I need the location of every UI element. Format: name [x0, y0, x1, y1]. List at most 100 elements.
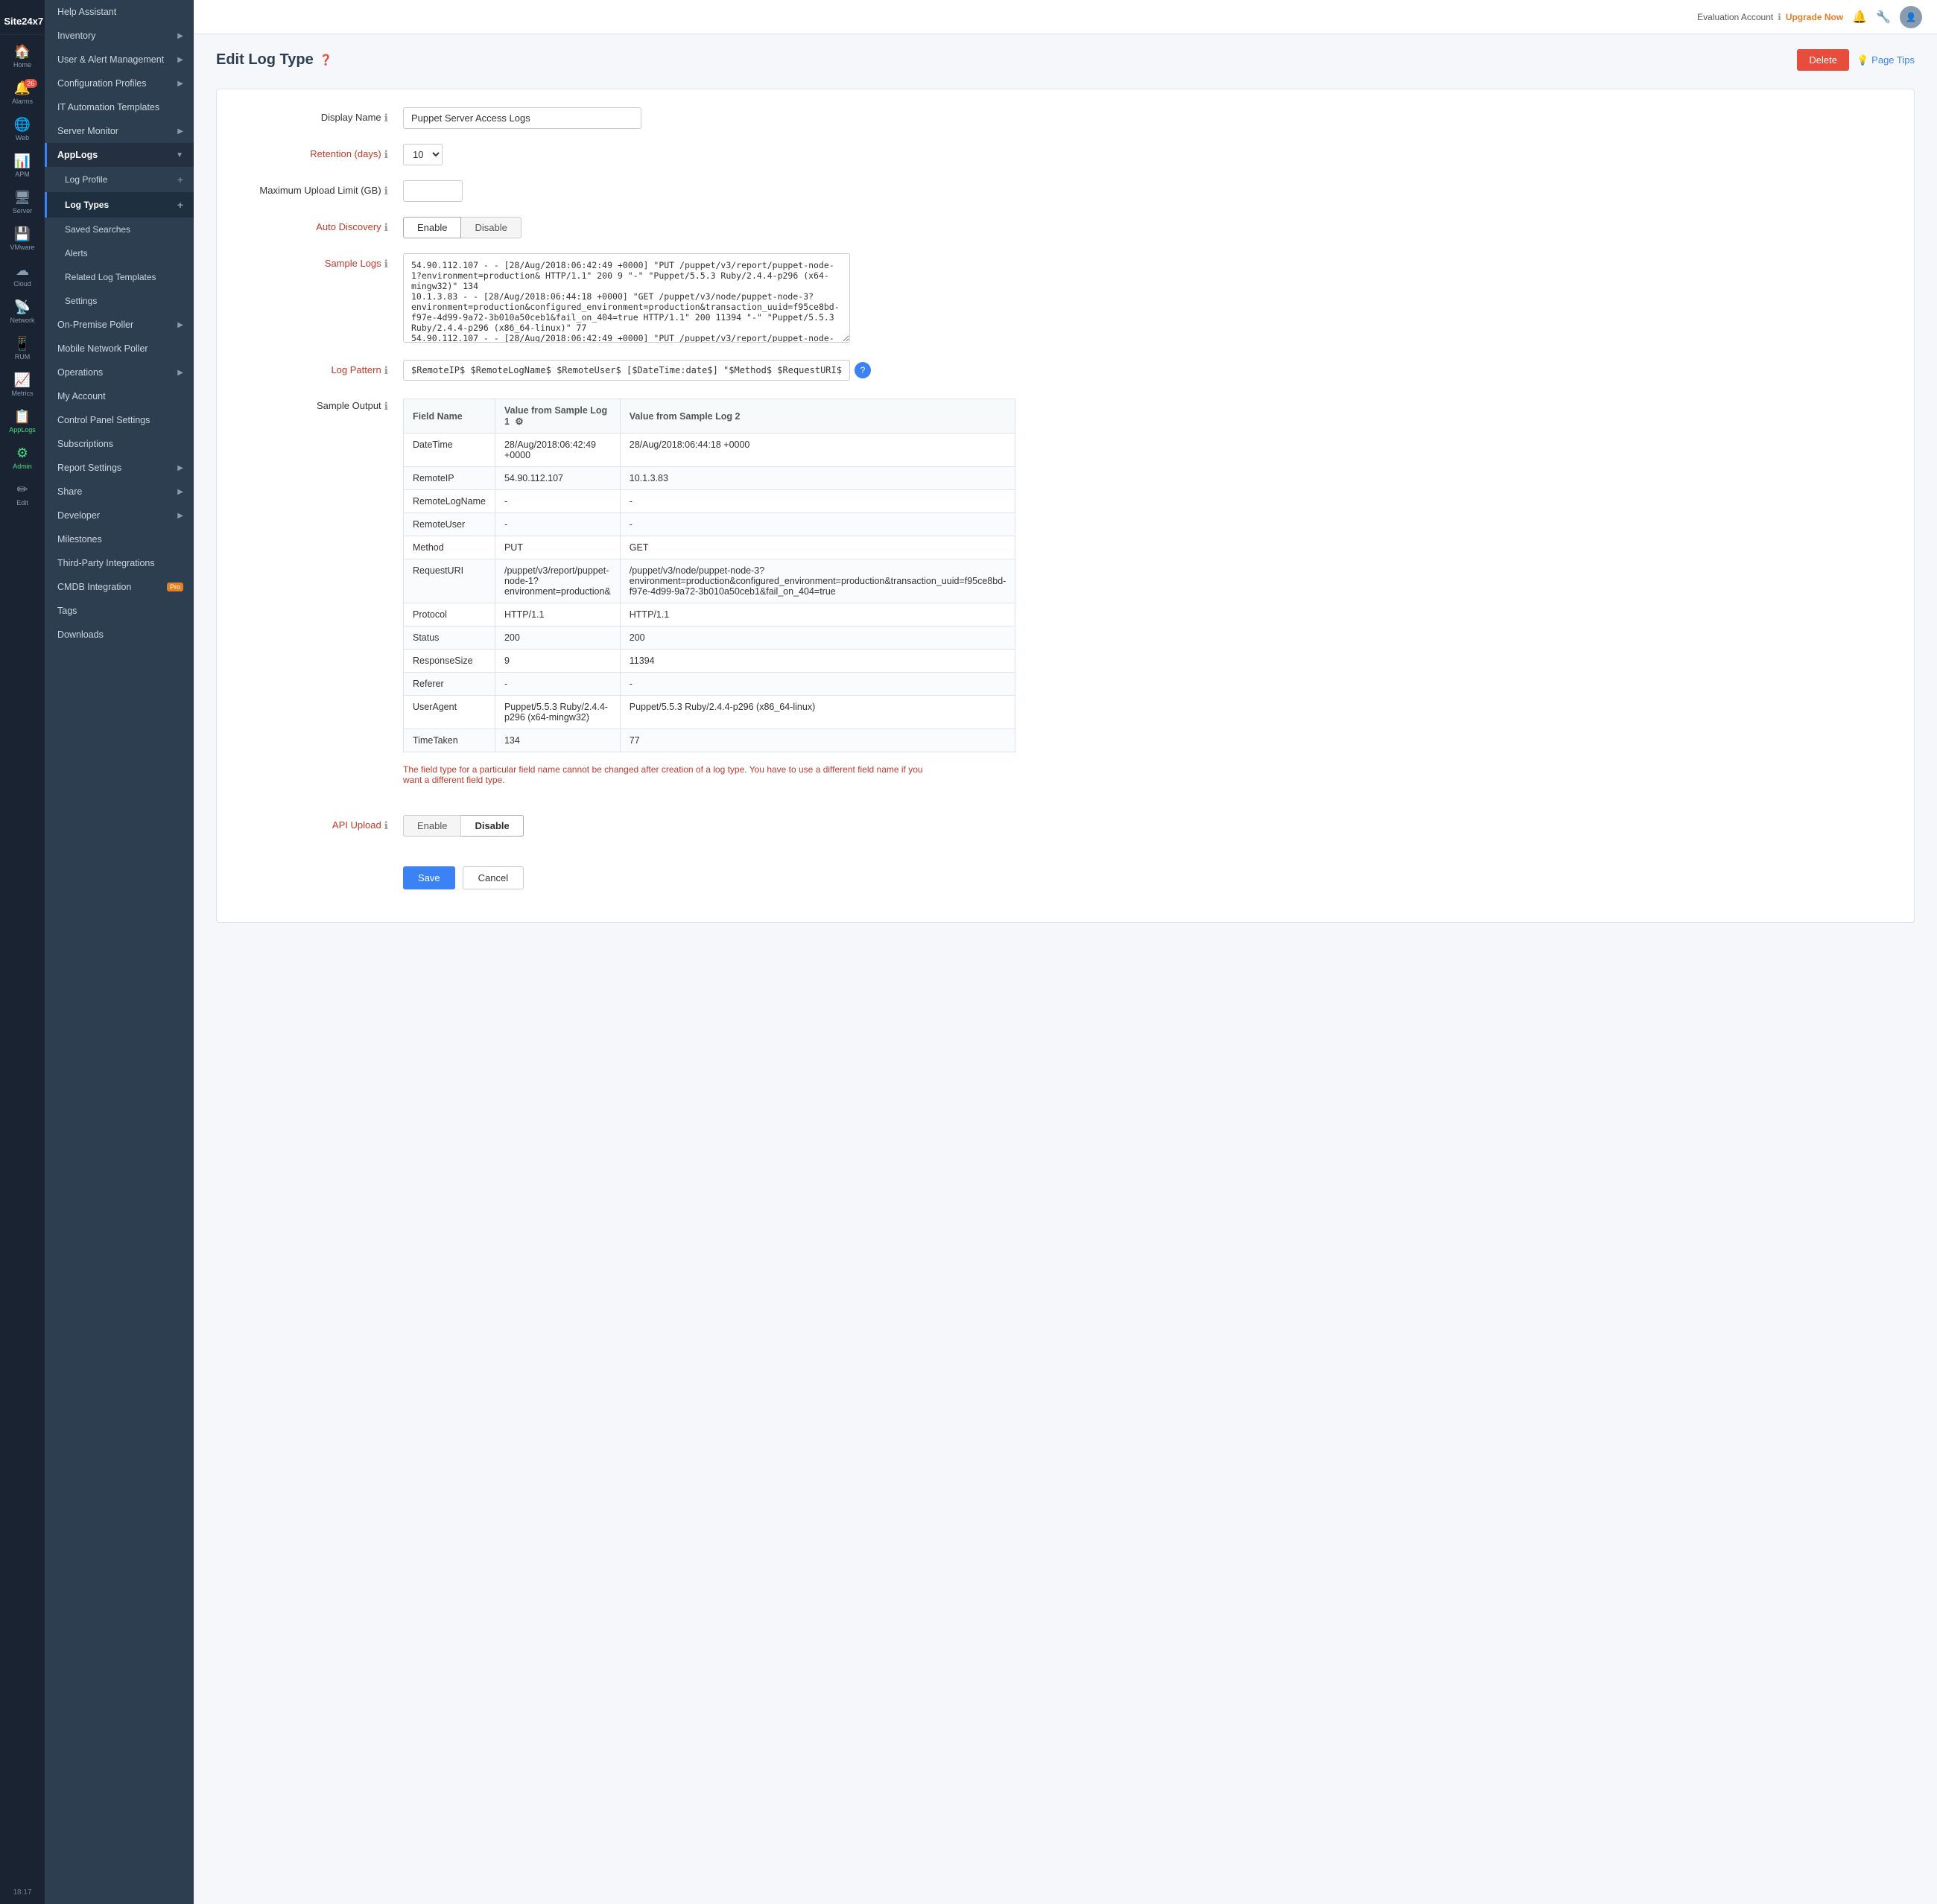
sidebar-item-server[interactable]: 🖥 Server [0, 184, 45, 220]
saved-searches-label: Saved Searches [65, 224, 130, 235]
sidebar-item-admin[interactable]: ⚙ Admin [0, 439, 45, 476]
applogs-menu-label: AppLogs [57, 150, 98, 160]
sidebar-item-network[interactable]: 📡 Network [0, 293, 45, 330]
sidebar-item-edit[interactable]: ✏ Edit [0, 476, 45, 513]
save-button[interactable]: Save [403, 866, 455, 889]
sidebar-item-share[interactable]: Share ▶ [45, 480, 194, 504]
table-cell: 77 [620, 729, 1015, 752]
web-icon: 🌐 [14, 117, 31, 133]
auto-discovery-label: Auto Discovery ℹ [239, 217, 403, 234]
page-title-info-icon[interactable]: ❓ [320, 54, 332, 66]
sidebar-item-developer[interactable]: Developer ▶ [45, 504, 194, 527]
log-pattern-input[interactable] [403, 360, 850, 381]
table-cell: - [620, 513, 1015, 536]
api-upload-disable-btn[interactable]: Disable [461, 815, 523, 837]
sidebar-item-metrics[interactable]: 📈 Metrics [0, 366, 45, 403]
downloads-label: Downloads [57, 629, 104, 640]
api-upload-enable-btn[interactable]: Enable [403, 815, 461, 837]
config-profiles-label: Configuration Profiles [57, 78, 147, 89]
sidebar-item-home[interactable]: 🏠 Home [0, 38, 45, 74]
sidebar-item-user-alert[interactable]: User & Alert Management ▶ [45, 48, 194, 72]
sidebar-item-mobile-network[interactable]: Mobile Network Poller [45, 337, 194, 361]
sidebar-subitem-saved-searches[interactable]: Saved Searches [45, 218, 194, 241]
auto-discovery-info-icon[interactable]: ℹ [384, 221, 388, 234]
sample-logs-row: Sample Logs ℹ 54.90.112.107 - - [28/Aug/… [239, 253, 1892, 345]
apm-icon: 📊 [14, 153, 31, 169]
max-upload-info-icon[interactable]: ℹ [384, 185, 388, 197]
sample-output-info-icon[interactable]: ℹ [384, 400, 388, 413]
mobile-network-label: Mobile Network Poller [57, 343, 148, 354]
add-log-type-icon[interactable]: + [177, 199, 183, 211]
auto-discovery-disable-btn[interactable]: Disable [461, 217, 521, 238]
sidebar-item-inventory[interactable]: Inventory ▶ [45, 24, 194, 48]
retention-row: Retention (days) ℹ 10 30 60 90 [239, 144, 1892, 165]
table-cell: HTTP/1.1 [495, 603, 620, 626]
chevron-right-icon-5: ▶ [177, 321, 183, 329]
cancel-button[interactable]: Cancel [463, 866, 524, 889]
retention-info-icon[interactable]: ℹ [384, 148, 388, 161]
user-avatar[interactable]: 👤 [1900, 6, 1922, 28]
max-upload-input[interactable] [403, 180, 463, 202]
sidebar-item-my-account[interactable]: My Account [45, 384, 194, 408]
sidebar-item-alarms[interactable]: 🔔 26 Alarms [0, 74, 45, 111]
display-name-info-icon[interactable]: ℹ [384, 112, 388, 124]
icon-navigation-bar: ⊞ Site24x7 ⋯ 🏠 Home 🔔 26 Alarms 🌐 Web 📊 … [0, 0, 45, 1904]
sidebar-item-web[interactable]: 🌐 Web [0, 111, 45, 147]
sidebar-item-subscriptions[interactable]: Subscriptions [45, 432, 194, 456]
table-cell: 200 [620, 626, 1015, 650]
sidebar-subitem-settings[interactable]: Settings [45, 289, 194, 313]
sidebar-item-third-party[interactable]: Third-Party Integrations [45, 551, 194, 575]
sidebar-item-vmware[interactable]: 💾 VMware [0, 220, 45, 257]
sidebar-item-rum[interactable]: 📱 RUM [0, 330, 45, 366]
sidebar-item-on-premise-poller[interactable]: On-Premise Poller ▶ [45, 313, 194, 337]
edit-label: Edit [16, 499, 28, 507]
sidebar-item-operations[interactable]: Operations ▶ [45, 361, 194, 384]
bell-icon[interactable]: 🔔 [1852, 10, 1867, 25]
server-icon: 🖥 [14, 190, 31, 206]
sidebar-item-milestones[interactable]: Milestones [45, 527, 194, 551]
delete-button[interactable]: Delete [1797, 49, 1849, 71]
display-name-input[interactable] [403, 107, 641, 129]
chevron-right-icon-3: ▶ [177, 80, 183, 88]
display-name-label: Display Name ℹ [239, 107, 403, 124]
sidebar-item-applogs[interactable]: 📋 AppLogs [0, 403, 45, 439]
sidebar-subitem-log-types[interactable]: Log Types + [45, 192, 194, 218]
sidebar-item-cloud[interactable]: ☁ Cloud [0, 257, 45, 293]
sidebar-item-help[interactable]: Help Assistant [45, 0, 194, 24]
add-log-profile-icon[interactable]: + [177, 174, 183, 185]
sidebar-item-cmdb[interactable]: CMDB Integration Pro [45, 575, 194, 599]
apm-label: APM [15, 171, 30, 178]
wrench-icon[interactable]: 🔧 [1876, 10, 1891, 25]
sidebar-item-apm[interactable]: 📊 APM [0, 147, 45, 184]
log-pattern-help-icon[interactable]: ? [855, 362, 871, 378]
user-alert-label: User & Alert Management [57, 54, 164, 65]
sidebar-item-config-profiles[interactable]: Configuration Profiles ▶ [45, 72, 194, 95]
sample-logs-label: Sample Logs ℹ [239, 253, 403, 270]
page-tips-button[interactable]: 💡 Page Tips [1857, 54, 1915, 66]
log-pattern-info-icon[interactable]: ℹ [384, 364, 388, 377]
sidebar-item-report-settings[interactable]: Report Settings ▶ [45, 456, 194, 480]
sidebar-item-tags[interactable]: Tags [45, 599, 194, 623]
sample-logs-textarea[interactable]: 54.90.112.107 - - [28/Aug/2018:06:42:49 … [403, 253, 850, 343]
chevron-right-icon-8: ▶ [177, 488, 183, 496]
related-log-templates-label: Related Log Templates [65, 272, 156, 282]
web-label: Web [16, 134, 29, 142]
page-actions: Delete 💡 Page Tips [1797, 49, 1915, 71]
sidebar-subitem-related-log-templates[interactable]: Related Log Templates [45, 265, 194, 289]
sidebar-item-control-panel[interactable]: Control Panel Settings [45, 408, 194, 432]
sidebar-item-it-automation[interactable]: IT Automation Templates [45, 95, 194, 119]
upgrade-now-button[interactable]: Upgrade Now [1786, 12, 1843, 22]
alarms-badge: 26 [24, 79, 37, 88]
sidebar-item-downloads[interactable]: Downloads [45, 623, 194, 647]
sidebar-subitem-log-profile[interactable]: Log Profile + [45, 167, 194, 192]
sidebar-subitem-alerts[interactable]: Alerts [45, 241, 194, 265]
auto-discovery-enable-btn[interactable]: Enable [403, 217, 461, 238]
sample-logs-info-icon[interactable]: ℹ [384, 258, 388, 270]
log-pattern-control: ? [403, 360, 1892, 381]
sidebar-item-applogs[interactable]: AppLogs ▼ [45, 143, 194, 167]
retention-select[interactable]: 10 30 60 90 [403, 144, 443, 165]
sidebar-item-server-monitor[interactable]: Server Monitor ▶ [45, 119, 194, 143]
page-header: Edit Log Type ❓ Delete 💡 Page Tips [216, 49, 1915, 71]
api-upload-info-icon[interactable]: ℹ [384, 819, 388, 832]
table-row: ResponseSize911394 [404, 650, 1015, 673]
